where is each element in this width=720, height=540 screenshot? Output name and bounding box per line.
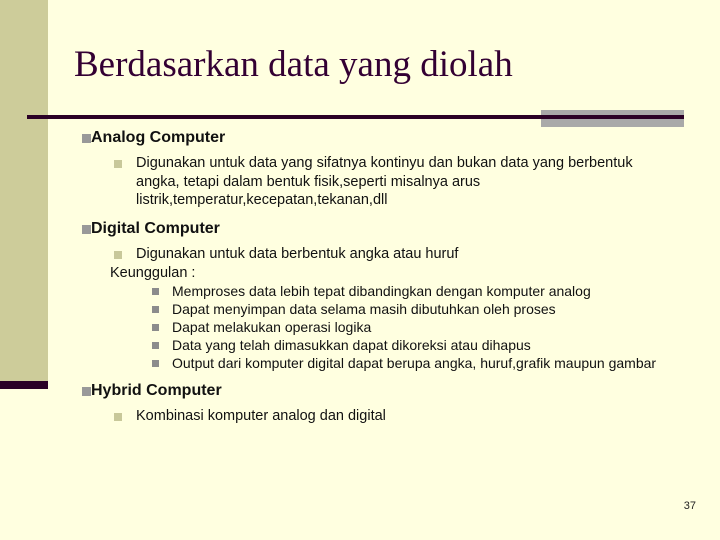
square-bullet-icon — [0, 245, 136, 264]
outline-level3-label: Output dari komputer digital dapat berup… — [172, 355, 657, 371]
outline-level2-label: Digunakan untuk data berbentuk angka ata… — [136, 245, 459, 262]
square-bullet-icon — [0, 380, 110, 400]
outline-level3-label: Dapat melakukan operasi logika — [172, 319, 372, 335]
outline-level3-label: Memproses data lebih tepat dibandingkan … — [172, 283, 591, 299]
square-bullet-icon — [0, 354, 172, 372]
title-rule-line — [27, 115, 684, 119]
outline-level1-label: Digital Computer — [91, 219, 220, 237]
outline-level3-label: Dapat menyimpan data selama masih dibutu… — [172, 301, 556, 317]
square-bullet-icon — [0, 218, 110, 238]
slide-body-outline: Analog Computer Digunakan untuk data yan… — [0, 126, 720, 426]
outline-level3-item: Output dari komputer digital dapat berup… — [0, 354, 720, 372]
outline-level1-label: Hybrid Computer — [91, 382, 222, 399]
outline-plain-line: Keunggulan : — [110, 264, 196, 281]
slide-title: Berdasarkan data yang diolah — [74, 44, 513, 85]
outline-level3-item: Dapat melakukan operasi logika — [0, 318, 720, 336]
square-bullet-icon — [0, 154, 136, 173]
outline-level2-item: Digunakan untuk data yang sifatnya konti… — [0, 154, 720, 210]
square-bullet-icon — [0, 282, 172, 300]
outline-level1-item: Analog Computer — [0, 127, 720, 148]
square-bullet-icon — [0, 127, 110, 147]
outline-level2-item: Digunakan untuk data berbentuk angka ata… — [0, 245, 720, 264]
outline-level1-item: Digital Computer — [0, 218, 720, 239]
square-bullet-icon — [0, 300, 172, 318]
square-bullet-icon — [0, 318, 172, 336]
page-number: 37 — [683, 500, 696, 512]
square-bullet-icon — [0, 336, 172, 354]
outline-level2-item: Kombinasi komputer analog dan digital — [0, 407, 720, 426]
outline-level2-label: Digunakan untuk data yang sifatnya konti… — [136, 155, 633, 208]
outline-level3-item: Dapat menyimpan data selama masih dibutu… — [0, 300, 720, 318]
outline-level1-item: Hybrid Computer — [0, 380, 720, 401]
outline-level3-label: Data yang telah dimasukkan dapat dikorek… — [172, 337, 531, 353]
outline-level1-label: Analog Computer — [91, 129, 226, 146]
outline-level3-item: Data yang telah dimasukkan dapat dikorek… — [0, 336, 720, 354]
outline-level2-label: Kombinasi komputer analog dan digital — [136, 408, 386, 424]
square-bullet-icon — [0, 407, 136, 426]
outline-level3-item: Memproses data lebih tepat dibandingkan … — [0, 282, 720, 300]
